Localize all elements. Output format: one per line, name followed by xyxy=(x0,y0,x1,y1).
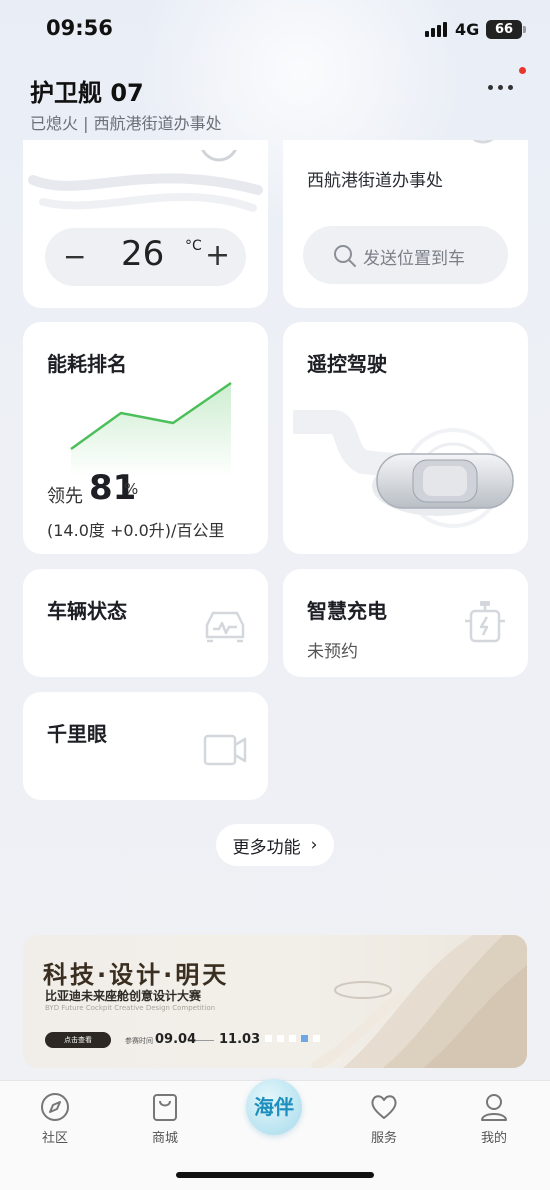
more-functions-button[interactable]: 更多功能 › xyxy=(216,824,334,866)
compass-icon xyxy=(41,1093,69,1121)
tab-label-profile: 我的 xyxy=(480,1131,507,1146)
more-options-button[interactable] xyxy=(488,80,520,94)
dot xyxy=(488,84,493,90)
remote-camera-card[interactable]: 千里眼 xyxy=(23,692,268,800)
home-indicator[interactable] xyxy=(176,1172,374,1178)
pager-dot-active[interactable] xyxy=(301,1035,308,1042)
more-functions-label: 更多功能 xyxy=(232,837,301,858)
remote-camera-title: 千里眼 xyxy=(47,722,107,746)
tab-label-service: 服务 xyxy=(370,1131,397,1146)
air-flow-illustration xyxy=(28,150,263,212)
dot xyxy=(508,84,513,90)
temperature-increase-button[interactable]: + xyxy=(205,238,230,273)
banner-ribbon-illustration xyxy=(310,935,527,1068)
pager-dot[interactable] xyxy=(313,1035,320,1042)
lead-percentage-unit: % xyxy=(124,480,139,498)
battery-tip xyxy=(523,26,526,33)
tab-label-community: 社区 xyxy=(41,1131,68,1146)
car-diagnostic-icon xyxy=(205,611,245,643)
heart-icon xyxy=(371,1095,397,1119)
remote-driving-card[interactable]: 遥控驾驶 xyxy=(283,322,528,554)
tab-community[interactable]: 社区 xyxy=(25,1091,85,1146)
user-icon xyxy=(481,1094,507,1121)
video-camera-icon xyxy=(203,734,247,766)
lead-label: 领先 xyxy=(47,486,83,507)
remote-driving-title: 遥控驾驶 xyxy=(307,352,387,376)
pager-dot[interactable] xyxy=(277,1035,284,1042)
banner-end-date: 11.03 xyxy=(219,1032,261,1047)
tab-shop[interactable]: 商城 xyxy=(135,1091,195,1146)
notification-dot xyxy=(519,67,526,74)
banner-date-separator xyxy=(196,1040,214,1041)
tab-haiban[interactable]: 海伴 xyxy=(246,1079,302,1135)
vehicle-status-card[interactable]: 车辆状态 xyxy=(23,569,268,677)
send-location-button[interactable]: 发送位置到车 xyxy=(303,226,508,284)
pager-dot[interactable] xyxy=(265,1035,272,1042)
banner-subtitle-english: BYD Future Cockpit Creative Design Compe… xyxy=(45,1004,216,1012)
status-time: 09:56 xyxy=(46,16,113,40)
energy-ranking-card[interactable]: 能耗排名 领先 81 % (14.0度 +0.0升)/百公里 xyxy=(23,322,268,554)
chevron-right-icon: › xyxy=(310,835,318,855)
cell-signal-icon xyxy=(425,22,447,37)
climate-card: − 26 °C + xyxy=(23,140,268,308)
temperature-control: − 26 °C + xyxy=(45,228,246,286)
network-type: 4G xyxy=(455,20,480,39)
smart-charging-title: 智慧充电 xyxy=(307,599,387,623)
vehicle-location-address: 西航港街道办事处 xyxy=(307,171,443,191)
dot xyxy=(498,84,503,90)
temperature-value: 26 xyxy=(121,234,165,274)
vehicle-status-title: 车辆状态 xyxy=(47,599,127,623)
send-location-label: 发送位置到车 xyxy=(363,249,465,269)
tab-label-shop: 商城 xyxy=(151,1131,178,1146)
tab-profile[interactable]: 我的 xyxy=(464,1091,524,1146)
charger-icon xyxy=(465,601,505,643)
banner-view-button[interactable]: 点击查看 xyxy=(45,1032,111,1048)
temperature-unit: °C xyxy=(185,238,202,254)
vehicle-name[interactable]: 护卫舰 07 xyxy=(30,73,144,108)
banner-start-date: 09.04 xyxy=(155,1032,197,1047)
energy-consumption-detail: (14.0度 +0.0升)/百公里 xyxy=(47,521,225,540)
banner-title: 科技·设计·明天 xyxy=(43,961,230,989)
shopping-bag-icon xyxy=(153,1094,177,1121)
banner-pager xyxy=(265,1035,320,1042)
battery-icon: 66 xyxy=(486,20,522,39)
pager-dot[interactable] xyxy=(289,1035,296,1042)
energy-trend-chart xyxy=(70,381,232,477)
vehicle-status-line: 已熄火 | 西航港街道办事处 xyxy=(30,114,222,133)
tab-service[interactable]: 服务 xyxy=(354,1091,414,1146)
banner-time-label: 参赛时间 xyxy=(125,1037,153,1045)
location-card[interactable]: 西航港街道办事处 发送位置到车 xyxy=(283,140,528,308)
banner-subtitle: 比亚迪未来座舱创意设计大赛 xyxy=(45,989,202,1003)
location-icon-fragment xyxy=(472,140,494,144)
car-topview-illustration xyxy=(293,410,514,528)
temperature-decrease-button[interactable]: − xyxy=(63,240,86,273)
smart-charging-card[interactable]: 智慧充电 未预约 xyxy=(283,569,528,677)
energy-ranking-title: 能耗排名 xyxy=(47,352,127,376)
charging-schedule-status: 未预约 xyxy=(307,642,358,662)
status-bar: 09:56 4G 66 xyxy=(0,0,550,60)
search-icon xyxy=(334,245,356,267)
promo-banner[interactable]: 科技·设计·明天 比亚迪未来座舱创意设计大赛 BYD Future Cockpi… xyxy=(23,935,527,1068)
